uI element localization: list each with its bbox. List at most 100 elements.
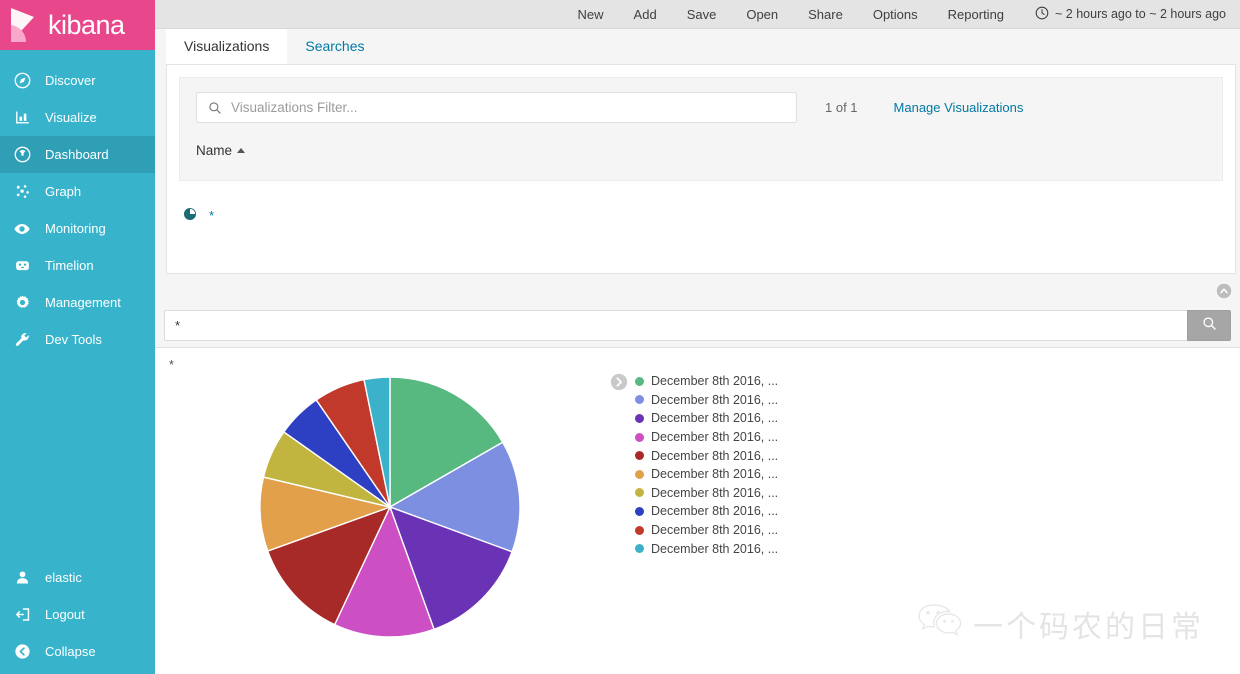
tab-visualizations[interactable]: Visualizations — [166, 29, 288, 64]
sidebar-item-timelion[interactable]: Timelion — [0, 247, 155, 284]
legend-color-swatch — [635, 525, 644, 535]
clock-icon — [1035, 6, 1049, 23]
search-icon — [197, 101, 231, 115]
legend-item[interactable]: December 8th 2016, ... — [635, 391, 778, 410]
main-content: New Add Save Open Share Options Reportin… — [155, 0, 1240, 674]
query-bar — [155, 304, 1240, 348]
graph-nodes-icon — [10, 183, 34, 200]
legend-item[interactable]: December 8th 2016, ... — [635, 409, 778, 428]
chevron-up-circle-icon[interactable] — [1216, 283, 1232, 299]
query-input[interactable] — [164, 310, 1187, 341]
visualization-list-item[interactable]: * — [167, 193, 1235, 224]
sidebar-item-graph[interactable]: Graph — [0, 173, 155, 210]
nav-share-button[interactable]: Share — [793, 0, 858, 29]
manage-visualizations-link[interactable]: Manage Visualizations — [894, 100, 1024, 115]
legend-label: December 8th 2016, ... — [651, 541, 779, 556]
dashboard-top-nav: New Add Save Open Share Options Reportin… — [155, 0, 1240, 29]
sidebar-item-discover[interactable]: Discover — [0, 62, 155, 99]
legend-item[interactable]: December 8th 2016, ... — [635, 428, 778, 447]
legend-label: December 8th 2016, ... — [651, 448, 779, 463]
wrench-icon — [10, 331, 34, 348]
query-submit-button[interactable] — [1187, 310, 1231, 341]
collapse-strip — [155, 274, 1240, 304]
dashboard-panel: * December 8th 2016, ... December 8th 201… — [155, 348, 1240, 642]
legend-item[interactable]: December 8th 2016, ... — [635, 521, 778, 540]
sidebar-item-user[interactable]: elastic — [0, 559, 155, 596]
compass-icon — [10, 72, 34, 89]
sidebar: kibana Discover Visualize Dashboard Grap… — [0, 0, 155, 674]
legend-item[interactable]: December 8th 2016, ... — [635, 484, 778, 503]
logout-icon — [10, 606, 34, 623]
legend-color-swatch — [635, 395, 644, 405]
chart-legend: December 8th 2016, ... December 8th 2016,… — [610, 372, 778, 558]
legend-label: December 8th 2016, ... — [651, 430, 779, 445]
sidebar-item-monitoring[interactable]: Monitoring — [0, 210, 155, 247]
time-picker[interactable]: ~ 2 hours ago to ~ 2 hours ago — [1019, 6, 1228, 23]
legend-color-swatch — [635, 413, 644, 423]
add-panel: 1 of 1 Manage Visualizations Name * — [166, 64, 1236, 274]
user-icon — [10, 569, 34, 586]
sidebar-bottom-nav: elastic Logout Collapse — [0, 559, 155, 674]
search-input[interactable] — [231, 93, 771, 122]
sidebar-item-dev-tools[interactable]: Dev Tools — [0, 321, 155, 358]
sidebar-item-label: Dev Tools — [45, 332, 102, 347]
nav-save-button[interactable]: Save — [672, 0, 732, 29]
sidebar-nav: Discover Visualize Dashboard Graph Monit… — [0, 50, 155, 358]
kibana-app: kibana Discover Visualize Dashboard Grap… — [0, 0, 1240, 674]
sidebar-item-dashboard[interactable]: Dashboard — [0, 136, 155, 173]
nav-open-button[interactable]: Open — [731, 0, 793, 29]
column-header-label: Name — [196, 143, 233, 158]
bar-chart-icon — [10, 109, 34, 126]
legend-label: December 8th 2016, ... — [651, 467, 779, 482]
legend-color-swatch — [635, 376, 644, 386]
legend-color-swatch — [635, 506, 644, 516]
eye-icon — [10, 220, 34, 238]
legend-item[interactable]: December 8th 2016, ... — [635, 502, 778, 521]
legend-item[interactable]: December 8th 2016, ... — [635, 372, 778, 391]
kibana-logo-icon — [6, 6, 44, 44]
legend-item[interactable]: December 8th 2016, ... — [635, 539, 778, 558]
visualization-name-link[interactable]: * — [209, 208, 214, 223]
sidebar-item-label: Management — [45, 295, 121, 310]
column-header-name[interactable]: Name — [196, 143, 246, 158]
kibana-brand[interactable]: kibana — [0, 0, 155, 50]
sidebar-item-label: Collapse — [45, 644, 96, 659]
legend-label: December 8th 2016, ... — [651, 523, 779, 538]
nav-new-button[interactable]: New — [563, 0, 619, 29]
visualizations-filter-box[interactable] — [196, 92, 797, 123]
legend-item[interactable]: December 8th 2016, ... — [635, 446, 778, 465]
sidebar-item-management[interactable]: Management — [0, 284, 155, 321]
sidebar-item-collapse[interactable]: Collapse — [0, 633, 155, 670]
legend-item-list: December 8th 2016, ... December 8th 2016,… — [635, 372, 778, 558]
brand-name: kibana — [48, 9, 125, 40]
legend-label: December 8th 2016, ... — [651, 504, 779, 519]
gear-icon — [10, 294, 34, 311]
nav-add-button[interactable]: Add — [619, 0, 672, 29]
filter-row: 1 of 1 Manage Visualizations — [196, 92, 1206, 123]
legend-color-swatch — [635, 469, 644, 479]
sidebar-item-label: Logout — [45, 607, 85, 622]
legend-item[interactable]: December 8th 2016, ... — [635, 465, 778, 484]
chevron-right-circle-icon[interactable] — [610, 373, 628, 391]
legend-label: December 8th 2016, ... — [651, 374, 779, 389]
sidebar-item-label: Visualize — [45, 110, 97, 125]
sidebar-item-label: Timelion — [45, 258, 94, 273]
sidebar-item-label: Dashboard — [45, 147, 109, 162]
legend-label: December 8th 2016, ... — [651, 392, 779, 407]
panel-title: * — [169, 358, 174, 372]
legend-color-swatch — [635, 451, 644, 461]
add-panel-filter-area: 1 of 1 Manage Visualizations Name — [179, 77, 1223, 181]
legend-color-swatch — [635, 488, 644, 498]
sidebar-item-label: Discover — [45, 73, 96, 88]
time-range-label: ~ 2 hours ago to ~ 2 hours ago — [1055, 7, 1226, 21]
legend-color-swatch — [635, 432, 644, 442]
sidebar-item-logout[interactable]: Logout — [0, 596, 155, 633]
tab-searches[interactable]: Searches — [287, 29, 382, 64]
sidebar-item-visualize[interactable]: Visualize — [0, 99, 155, 136]
visualization-area: December 8th 2016, ... December 8th 2016,… — [155, 372, 1240, 642]
pie-chart[interactable] — [255, 372, 525, 642]
legend-label: December 8th 2016, ... — [651, 411, 779, 426]
nav-reporting-button[interactable]: Reporting — [933, 0, 1019, 29]
pie-chart-icon — [183, 207, 197, 224]
nav-options-button[interactable]: Options — [858, 0, 933, 29]
